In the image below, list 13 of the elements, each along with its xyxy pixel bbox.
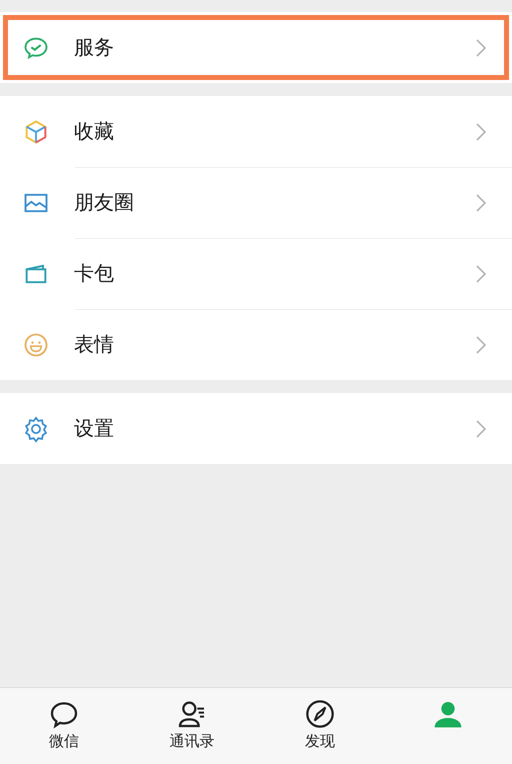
chevron-icon <box>476 38 486 56</box>
chevron-icon <box>476 336 486 354</box>
menu-item[interactable]: 服务 <box>0 12 512 83</box>
tab[interactable]: 通讯录 <box>128 688 256 764</box>
chevron-icon <box>476 194 486 212</box>
tab[interactable]: 微信 <box>0 688 128 764</box>
chevron-icon <box>476 264 486 282</box>
tab[interactable]: 发现 <box>256 688 384 764</box>
smiley-icon <box>22 330 50 358</box>
chevron-icon <box>476 420 486 438</box>
compass-icon <box>304 698 336 730</box>
chevron-icon <box>476 122 486 140</box>
settings-icon <box>22 414 50 442</box>
